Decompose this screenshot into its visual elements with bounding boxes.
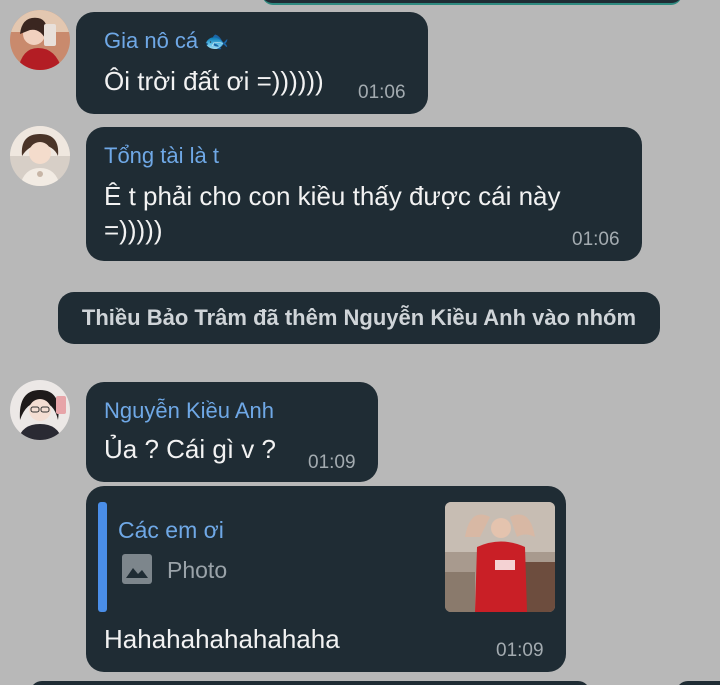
message-text: Hahahahahahahaha bbox=[104, 624, 340, 654]
fish-emoji-icon: 🐟 bbox=[204, 31, 230, 53]
system-message-text: Thiều Bảo Trâm đã thêm Nguyễn Kiều Anh v… bbox=[81, 305, 637, 330]
reply-quote-bar bbox=[98, 502, 107, 612]
avatar[interactable] bbox=[10, 10, 70, 70]
reply-photo-thumbnail[interactable] bbox=[445, 502, 555, 612]
message-time: 01:06 bbox=[358, 82, 406, 103]
reply-photo-label: Photo bbox=[167, 557, 228, 583]
message-text-line-1: Ê t phải cho con kiều thấy được cái này bbox=[104, 181, 561, 211]
message-bubble[interactable]: Nguyễn Kiều Anh Ủa ? Cái gì v ? 01:09 bbox=[86, 382, 378, 482]
message-bubble[interactable]: Gia nô cá 🐟 Ôi trời đất ơi =)))))) 01:06 bbox=[76, 12, 428, 114]
previous-message-edge bbox=[262, 0, 682, 5]
avatar[interactable] bbox=[10, 126, 70, 186]
next-message-edge bbox=[676, 681, 720, 685]
message-text: Ôi trời đất ơi =)))))) bbox=[104, 66, 324, 96]
system-message: Thiều Bảo Trâm đã thêm Nguyễn Kiều Anh v… bbox=[58, 292, 660, 344]
message-time: 01:06 bbox=[572, 229, 620, 250]
next-message-edge bbox=[30, 681, 590, 685]
photo-icon bbox=[121, 553, 153, 590]
avatar[interactable] bbox=[10, 380, 70, 440]
sender-name[interactable]: Nguyễn Kiều Anh bbox=[104, 398, 274, 424]
message-bubble[interactable]: Tổng tài là t Ê t phải cho con kiều thấy… bbox=[86, 127, 642, 261]
message-text-line-2: =))))) bbox=[104, 215, 163, 245]
message-time: 01:09 bbox=[496, 640, 544, 661]
message-text: Ủa ? Cái gì v ? bbox=[104, 434, 276, 464]
message-time: 01:09 bbox=[308, 452, 356, 473]
chat-screen: Gia nô cá 🐟 Ôi trời đất ơi =)))))) 01:06… bbox=[0, 0, 720, 685]
sender-name[interactable]: Gia nô cá 🐟 bbox=[104, 28, 229, 54]
reply-quote-title[interactable]: Các em ơi bbox=[118, 517, 224, 544]
sender-name[interactable]: Tổng tài là t bbox=[104, 143, 219, 169]
